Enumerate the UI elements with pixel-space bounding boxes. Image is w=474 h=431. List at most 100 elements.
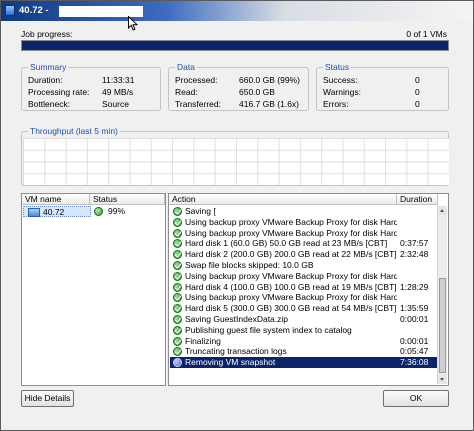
success-check-icon: [173, 336, 182, 346]
data-processed-value: 660.0 GB (99%): [239, 75, 300, 85]
action-column-header[interactable]: Action: [169, 194, 397, 205]
job-window: 40.72 - Job progress: 0 of 1 VMs Summary…: [0, 0, 474, 431]
action-duration: 0:00:01: [400, 314, 429, 324]
app-icon: [5, 5, 15, 16]
action-text: Saving [: [185, 206, 216, 216]
data-transferred-row: Transferred: 416.7 GB (1.6x): [175, 99, 302, 110]
job-progress-label: Job progress:: [21, 29, 73, 39]
summary-duration-row: Duration: 11:33:31: [28, 75, 154, 86]
hide-details-button[interactable]: Hide Details: [21, 390, 74, 407]
mouse-cursor-icon: [128, 16, 138, 31]
action-row[interactable]: Publishing guest file system index to ca…: [170, 325, 438, 336]
action-row[interactable]: Hard disk 4 (100.0 GB) 100.0 GB read at …: [170, 282, 438, 293]
vm-status-column-header[interactable]: Status: [90, 194, 165, 205]
vm-name: 40.72: [43, 207, 65, 217]
action-row[interactable]: Using backup proxy VMware Backup Proxy f…: [170, 292, 438, 303]
success-check-icon: [173, 207, 182, 216]
job-vm-count: 0 of 1 VMs: [406, 29, 447, 39]
data-read-value: 650.0 GB: [239, 87, 275, 97]
running-status-icon: [94, 207, 103, 216]
action-duration: 1:35:59: [400, 303, 429, 314]
data-read-label: Read:: [175, 87, 198, 97]
status-success-row: Success: 0: [323, 75, 442, 86]
throughput-title: Throughput (last 5 min): [28, 126, 120, 136]
status-warnings-label: Warnings:: [323, 87, 361, 97]
summary-duration-label: Duration:: [28, 75, 63, 85]
action-text: Hard disk 4 (100.0 GB) 100.0 GB read at …: [185, 281, 397, 292]
action-text: Using backup proxy VMware Backup Proxy f…: [185, 270, 397, 281]
data-processed-row: Processed: 660.0 GB (99%): [175, 75, 302, 86]
throughput-group: Throughput (last 5 min): [21, 126, 449, 186]
action-row[interactable]: Saving [: [170, 206, 438, 217]
action-text: Truncating transaction logs: [185, 346, 287, 357]
action-duration: 2:32:48: [400, 249, 429, 260]
status-errors-row: Errors: 0: [323, 99, 442, 110]
vm-name-column-header[interactable]: VM name: [22, 194, 90, 205]
action-row[interactable]: Using backup proxy VMware Backup Proxy f…: [170, 228, 438, 239]
status-warnings-row: Warnings: 0: [323, 87, 442, 98]
vm-status-percent: 99%: [108, 206, 126, 216]
action-text: Hard disk 5 (300.0 GB) 300.0 GB read at …: [185, 303, 397, 314]
success-check-icon: [173, 315, 182, 324]
action-row[interactable]: Using backup proxy VMware Backup Proxy f…: [170, 271, 438, 282]
action-text: Swap file blocks skipped: 10.0 GB: [185, 260, 314, 270]
title-bar[interactable]: 40.72 -: [1, 1, 473, 21]
status-success-label: Success:: [323, 75, 358, 85]
ok-button[interactable]: OK: [383, 390, 449, 407]
data-group: Data Processed: 660.0 GB (99%) Read: 650…: [168, 62, 309, 111]
summary-title: Summary: [28, 62, 69, 72]
action-text: Removing VM snapshot: [185, 357, 276, 368]
action-duration: 7:36:08: [400, 357, 429, 368]
action-duration: 0:37:57: [400, 238, 429, 249]
summary-rate-value: 49 MB/s: [102, 87, 134, 97]
action-text: Hard disk 1 (60.0 GB) 50.0 GB read at 23…: [185, 238, 388, 249]
summary-rate-row: Processing rate: 49 MB/s: [28, 87, 154, 98]
success-check-icon: [173, 347, 182, 357]
duration-column-header[interactable]: Duration: [397, 194, 438, 205]
success-check-icon: [173, 250, 182, 260]
action-row[interactable]: Truncating transaction logs 0:05:47: [170, 346, 438, 357]
summary-bottleneck-value: Source: [102, 99, 129, 109]
action-text: Hard disk 2 (200.0 GB) 200.0 GB read at …: [185, 249, 397, 260]
action-duration: 0:00:01: [400, 335, 429, 346]
success-check-icon: [173, 261, 182, 270]
vm-icon: [28, 208, 40, 217]
job-progress-bar: [21, 40, 449, 51]
data-read-row: Read: 650.0 GB: [175, 87, 302, 98]
action-duration: 1:28:29: [400, 281, 429, 292]
action-text: Finalizing: [185, 335, 221, 346]
status-warnings-value: 0: [415, 87, 420, 97]
scroll-down-icon[interactable]: [438, 375, 447, 384]
action-log-scrollbar[interactable]: [437, 206, 447, 384]
success-check-icon: [173, 228, 182, 238]
action-row[interactable]: Hard disk 1 (60.0 GB) 50.0 GB read at 23…: [170, 238, 438, 249]
action-log[interactable]: Action Duration Saving [Using backup pro…: [168, 193, 449, 386]
action-row[interactable]: Finalizing 0:00:01: [170, 336, 438, 347]
data-title: Data: [175, 62, 197, 72]
action-row[interactable]: Hard disk 5 (300.0 GB) 300.0 GB read at …: [170, 303, 438, 314]
action-row[interactable]: Swap file blocks skipped: 10.0 GB: [170, 260, 438, 271]
success-check-icon: [173, 293, 182, 303]
summary-bottleneck-label: Bottleneck:: [28, 99, 71, 109]
job-progress-fill: [22, 41, 448, 50]
action-text: Saving GuestIndexData.zip: [185, 314, 289, 324]
action-row[interactable]: Hard disk 2 (200.0 GB) 200.0 GB read at …: [170, 249, 438, 260]
summary-bottleneck-row: Bottleneck: Source: [28, 99, 154, 110]
success-check-icon: [173, 217, 182, 227]
success-check-icon: [173, 239, 182, 249]
action-text: Using backup proxy VMware Backup Proxy f…: [185, 292, 397, 303]
action-row[interactable]: Using backup proxy VMware Backup Proxy f…: [170, 217, 438, 228]
vm-name-cell: 40.72: [23, 206, 91, 217]
scroll-up-icon[interactable]: [438, 206, 447, 215]
action-text: Using backup proxy VMware Backup Proxy f…: [185, 216, 397, 227]
scroll-thumb[interactable]: [439, 278, 446, 373]
action-row[interactable]: Saving GuestIndexData.zip 0:00:01: [170, 314, 438, 325]
action-text: Using backup proxy VMware Backup Proxy f…: [185, 227, 397, 238]
action-row[interactable]: Removing VM snapshot 7:36:08: [170, 357, 438, 368]
status-errors-label: Errors:: [323, 99, 349, 109]
throughput-graph: [23, 138, 449, 185]
status-errors-value: 0: [415, 99, 420, 109]
vm-row[interactable]: 40.72 99%: [23, 206, 171, 217]
success-check-icon: [173, 271, 182, 281]
vm-list[interactable]: VM name Status 40.72 99%: [21, 193, 166, 386]
